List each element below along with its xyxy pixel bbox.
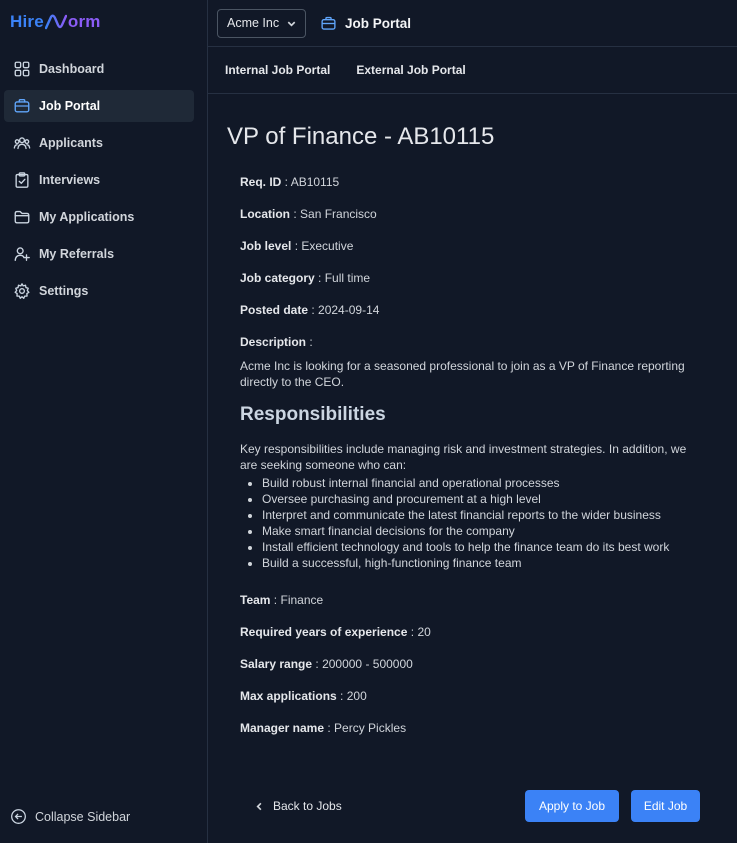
top-bar: Acme Inc Job Portal <box>208 0 737 47</box>
field-label: Salary range <box>240 657 313 671</box>
sidebar-item-label: My Applications <box>39 210 135 224</box>
grid-icon <box>12 59 32 79</box>
briefcase-icon <box>12 96 32 116</box>
briefcase-icon <box>321 16 336 30</box>
chevron-left-icon <box>256 802 262 810</box>
arrow-left-circle-icon <box>11 809 26 824</box>
apply-to-job-button[interactable]: Apply to Job <box>525 790 619 822</box>
field-label: Req. ID <box>240 175 282 189</box>
back-to-jobs-label: Back to Jobs <box>273 799 342 813</box>
sidebar-item-label: Settings <box>39 284 89 298</box>
sidebar-item-label: My Referrals <box>39 247 115 261</box>
field-manager-name: Manager name : Percy Pickles <box>240 721 407 735</box>
job-detail-list: Req. ID : AB10115 Location : San Francis… <box>227 175 708 753</box>
field-job-category: Job category : Full time <box>240 271 371 285</box>
field-value: 2024-09-14 <box>318 303 380 317</box>
logo-wave-icon <box>44 14 67 30</box>
edit-job-button[interactable]: Edit Job <box>631 790 700 822</box>
field-label: Description <box>240 335 307 349</box>
users-icon <box>12 133 32 153</box>
sidebar-item-dashboard[interactable]: Dashboard <box>4 53 194 85</box>
gear-icon <box>12 281 32 301</box>
list-item: Build a successful, high-functioning fin… <box>262 555 708 571</box>
hireform-logo[interactable]: Hire orm <box>10 12 101 32</box>
list-item: Make smart financial decisions for the c… <box>262 523 708 539</box>
field-label: Location <box>240 207 290 221</box>
portal-tabs: Internal Job Portal External Job Portal <box>208 47 737 94</box>
job-actions: Back to Jobs Apply to Job Edit Job <box>208 790 737 823</box>
responsibilities-list: Build robust internal financial and oper… <box>240 475 708 571</box>
sidebar: Hire orm Dashboard Job Portal Applicants… <box>0 0 208 843</box>
field-value: AB10115 <box>290 175 340 189</box>
sidebar-item-settings[interactable]: Settings <box>4 275 194 307</box>
field-value: San Francisco <box>300 207 377 221</box>
job-details: VP of Finance - AB10115 Req. ID : AB1011… <box>208 94 708 753</box>
list-item: Install efficient technology and tools t… <box>262 539 708 555</box>
list-item: Oversee purchasing and procurement at a … <box>262 491 708 507</box>
field-value: Full time <box>324 271 371 285</box>
user-plus-icon <box>12 244 32 264</box>
clipboard-check-icon <box>12 170 32 190</box>
field-value: Finance <box>280 593 324 607</box>
page-title: Job Portal <box>320 15 411 32</box>
field-value: 200 <box>346 689 367 703</box>
main-panel: Acme Inc Job Portal Internal Job Portal … <box>208 0 737 843</box>
field-label: Job category <box>240 271 315 285</box>
sidebar-item-my-referrals[interactable]: My Referrals <box>4 238 194 270</box>
sidebar-item-label: Interviews <box>39 173 101 187</box>
field-value: 20 <box>417 625 431 639</box>
field-label: Job level <box>240 239 292 253</box>
collapse-sidebar-label: Collapse Sidebar <box>35 809 131 824</box>
collapse-sidebar-button[interactable]: Collapse Sidebar <box>10 808 130 825</box>
job-description: Acme Inc is looking for a seasoned profe… <box>240 359 685 389</box>
back-to-jobs-button[interactable]: Back to Jobs <box>254 799 342 813</box>
company-select[interactable]: Acme Inc <box>217 8 306 38</box>
tab-internal-job-portal[interactable]: Internal Job Portal <box>225 63 330 77</box>
logo-text-left: Hire <box>10 12 44 31</box>
field-team: Team : Finance <box>240 593 324 607</box>
field-value: Percy Pickles <box>334 721 407 735</box>
field-req-id: Req. ID : AB10115 <box>240 175 340 189</box>
chevron-down-icon <box>287 21 296 27</box>
field-label: Required years of experience <box>240 625 408 639</box>
sidebar-item-label: Applicants <box>39 136 103 150</box>
list-item: Build robust internal financial and oper… <box>262 475 708 491</box>
field-location: Location : San Francisco <box>240 207 377 221</box>
field-value: 200000 - 500000 <box>322 657 413 671</box>
sidebar-item-label: Dashboard <box>39 62 105 76</box>
field-label: Team <box>240 593 271 607</box>
field-job-level: Job level : Executive <box>240 239 354 253</box>
folder-icon <box>12 207 32 227</box>
sidebar-item-applicants[interactable]: Applicants <box>4 127 194 159</box>
sidebar-nav: Dashboard Job Portal Applicants Intervie… <box>0 53 207 312</box>
tab-external-job-portal[interactable]: External Job Portal <box>356 63 465 77</box>
responsibilities-intro: Key responsibilities include managing ri… <box>240 442 687 472</box>
logo-text-right: orm <box>67 12 101 31</box>
sidebar-item-interviews[interactable]: Interviews <box>4 164 194 196</box>
sidebar-item-label: Job Portal <box>39 99 101 113</box>
list-item: Interpret and communicate the latest fin… <box>262 507 708 523</box>
field-label: Posted date <box>240 303 309 317</box>
field-label: Max applications <box>240 689 337 703</box>
page-title-text: Job Portal <box>345 15 412 31</box>
company-select-value: Acme Inc <box>227 16 280 30</box>
sidebar-item-my-applications[interactable]: My Applications <box>4 201 194 233</box>
job-title: VP of Finance - AB10115 <box>227 123 495 150</box>
field-posted-date: Posted date : 2024-09-14 <box>240 303 380 317</box>
field-label: Manager name <box>240 721 325 735</box>
field-experience: Required years of experience : 20 <box>240 625 431 639</box>
field-salary-range: Salary range : 200000 - 500000 <box>240 657 413 671</box>
responsibilities-heading: Responsibilities <box>240 404 386 425</box>
sidebar-item-job-portal[interactable]: Job Portal <box>4 90 194 122</box>
field-value: Executive <box>301 239 354 253</box>
field-max-applications: Max applications : 200 <box>240 689 367 703</box>
